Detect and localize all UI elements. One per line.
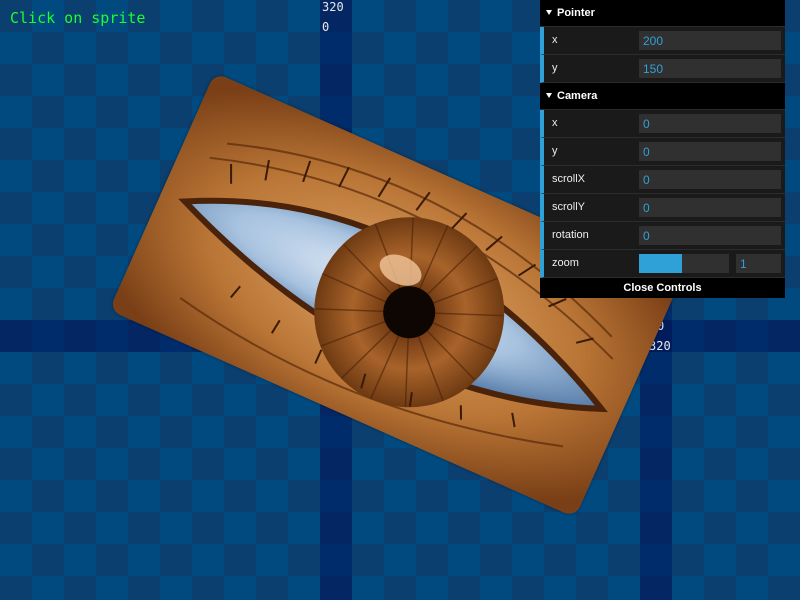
camera-y-input[interactable] [639, 142, 781, 161]
controls-panel: Pointer x y Camera x y scrollX scrollY r… [540, 0, 785, 298]
camera-scrollx-row: scrollX [540, 166, 785, 194]
folder-camera-title: Camera [557, 90, 598, 102]
axis-label-top-0: 0 [322, 20, 330, 34]
camera-x-label: x [552, 117, 558, 129]
folder-camera[interactable]: Camera [540, 83, 785, 110]
click-hint-text: Click on sprite [10, 9, 146, 27]
zoom-input[interactable] [736, 254, 781, 273]
pointer-x-row: x [540, 27, 785, 55]
zoom-slider[interactable] [639, 254, 729, 273]
pointer-y-row: y [540, 55, 785, 83]
camera-scrolly-input[interactable] [639, 198, 781, 217]
camera-scrolly-row: scrollY [540, 194, 785, 222]
folder-pointer[interactable]: Pointer [540, 0, 785, 27]
camera-zoom-label: zoom [552, 257, 579, 269]
camera-y-label: y [552, 145, 558, 157]
camera-x-input[interactable] [639, 114, 781, 133]
camera-rotation-row: rotation [540, 222, 785, 250]
camera-scrollx-input[interactable] [639, 170, 781, 189]
folder-pointer-title: Pointer [557, 7, 595, 19]
camera-scrolly-label: scrollY [552, 201, 586, 213]
camera-x-row: x [540, 110, 785, 138]
pointer-x-input[interactable] [639, 31, 781, 50]
pointer-y-label: y [552, 62, 558, 74]
camera-rotation-label: rotation [552, 229, 589, 241]
pointer-x-label: x [552, 34, 558, 46]
camera-y-row: y [540, 138, 785, 166]
camera-scrollx-label: scrollX [552, 173, 586, 185]
pointer-y-input[interactable] [639, 59, 781, 78]
zoom-slider-fill [639, 254, 683, 273]
triangle-down-icon [546, 9, 552, 15]
close-controls-button[interactable]: Close Controls [540, 278, 785, 298]
triangle-down-icon [546, 92, 552, 98]
axis-label-top-320: 320 [322, 0, 344, 14]
camera-rotation-input[interactable] [639, 226, 781, 245]
camera-zoom-row: zoom [540, 250, 785, 278]
